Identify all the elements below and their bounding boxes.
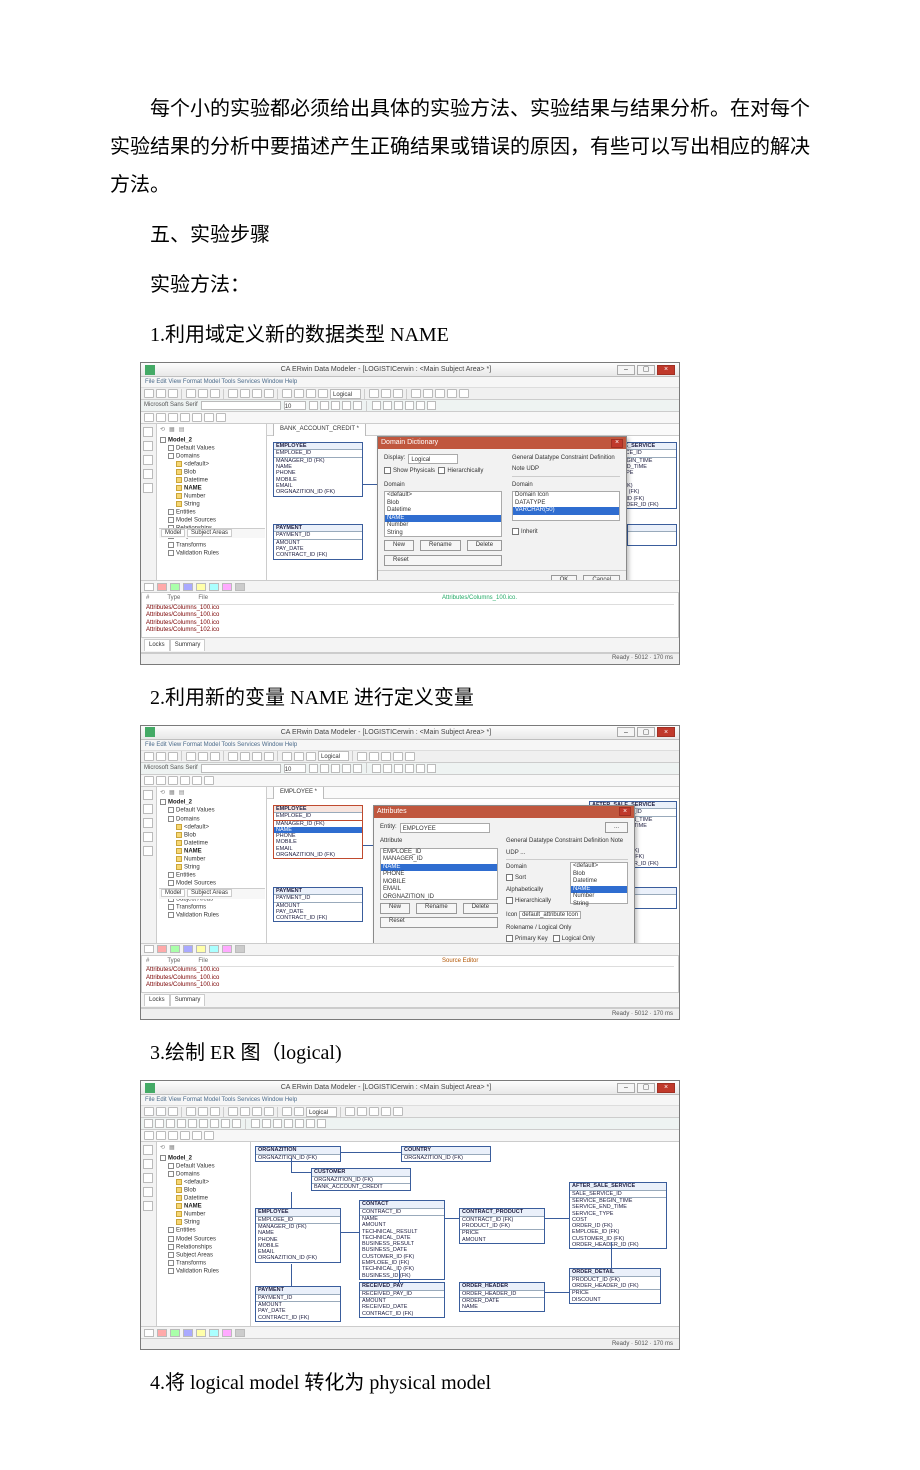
footer-tab-locks[interactable]: Locks	[144, 639, 170, 651]
method-heading: 实验方法：	[110, 266, 810, 304]
attributes-dialog: Attributes × Entity: EMPLOYEE ... Attri	[373, 805, 635, 943]
message-list: #TypeFile Attributes/Columns_100.ico Att…	[141, 592, 679, 638]
status-bar: Ready · 5012 · 170 ms	[141, 653, 679, 664]
palette-bar[interactable]	[141, 581, 679, 592]
footer-tab-summary[interactable]: Summary	[170, 639, 206, 651]
cancel-button[interactable]: Cancel	[583, 575, 620, 580]
entity-combo[interactable]: EMPLOYEE	[400, 823, 490, 833]
show-physicals-checkbox[interactable]	[384, 467, 391, 474]
tree-tab-subjects[interactable]: Subject Areas	[187, 529, 232, 537]
window-title: CA ERwin Data Modeler - [LOGISTICerwin :…	[155, 363, 617, 376]
screenshot-1: CA ERwin Data Modeler - [LOGISTICerwin :…	[140, 362, 810, 665]
logical-physical-combo[interactable]: Logical	[330, 389, 361, 399]
step-4-heading: 4.将 logical model 转化为 physical model	[110, 1364, 810, 1402]
screenshot-2: www.bdocx.com CA ERwin Data Modeler - [L…	[140, 725, 810, 1020]
new-button[interactable]: New	[384, 540, 414, 551]
dialog-title: Domain Dictionary	[381, 436, 438, 449]
entity-employee[interactable]: EMPLOYEE EMPLOEE_ID MANAGER_ID (FK) NAME…	[273, 442, 363, 497]
intro-paragraph: 每个小的实验都必须给出具体的实验方法、实验结果与结果分析。在对每个实验结果的分析…	[110, 90, 810, 204]
domain-dictionary-dialog: Domain Dictionary × Display: Logical	[377, 436, 627, 580]
menu-bar[interactable]: File Edit View Format Model Tools Servic…	[141, 377, 679, 388]
step-3-heading: 3.绘制 ER 图（logical)	[110, 1034, 810, 1072]
domain-list[interactable]: <default> Blob Datetime NAME Number Stri…	[384, 491, 502, 537]
entity-payment[interactable]: PAYMENT PAYMENT_ID AMOUNT PAY_DATE CONTR…	[273, 524, 363, 560]
display-combo[interactable]: Logical	[408, 454, 458, 464]
dialog-close-button[interactable]: ×	[611, 439, 623, 448]
dialog-tabs[interactable]: General Datatype Constraint Definition N…	[512, 453, 620, 477]
reset-button[interactable]: Reset	[384, 555, 502, 566]
step-1-heading: 1.利用域定义新的数据类型 NAME	[110, 316, 810, 354]
font-toolbar[interactable]: Microsoft Sans Serif 10	[141, 400, 679, 412]
screenshot-3: CA ERwin Data Modeler - [LOGISTICerwin :…	[140, 1080, 810, 1350]
section-five-heading: 五、实验步骤	[110, 216, 810, 254]
window-titlebar: CA ERwin Data Modeler - [LOGISTICerwin :…	[141, 363, 679, 377]
delete-button[interactable]: Delete	[467, 540, 502, 551]
attribute-list[interactable]: EMPLOEE_ID MANAGER_ID NAME PHONE MOBILE …	[380, 848, 498, 900]
rename-button[interactable]: Rename	[420, 540, 461, 551]
app-icon	[145, 365, 155, 375]
tree-tab-model[interactable]: Model	[161, 529, 185, 537]
left-nav-icons[interactable]	[141, 424, 157, 580]
diagram-canvas[interactable]: BANK_ACCOUNT_CREDIT * EMPLOYEE EMPLOEE_I…	[267, 424, 679, 580]
minimize-button[interactable]: –	[617, 365, 635, 375]
hierarchically-checkbox[interactable]	[438, 467, 445, 474]
shape-toolbar[interactable]	[141, 412, 679, 424]
maximize-button[interactable]: ▢	[637, 365, 655, 375]
model-tree[interactable]: ⟲▦▤ Model_2 Default Values Domains <defa…	[157, 424, 267, 580]
main-toolbar[interactable]: Logical	[141, 388, 679, 400]
step-2-heading: 2.利用新的变量 NAME 进行定义变量	[110, 679, 810, 717]
domain-select-list[interactable]: <default> Blob Datetime NAME Number Stri…	[570, 862, 628, 904]
ok-button[interactable]: OK	[551, 575, 578, 580]
close-button[interactable]: ×	[657, 365, 675, 375]
